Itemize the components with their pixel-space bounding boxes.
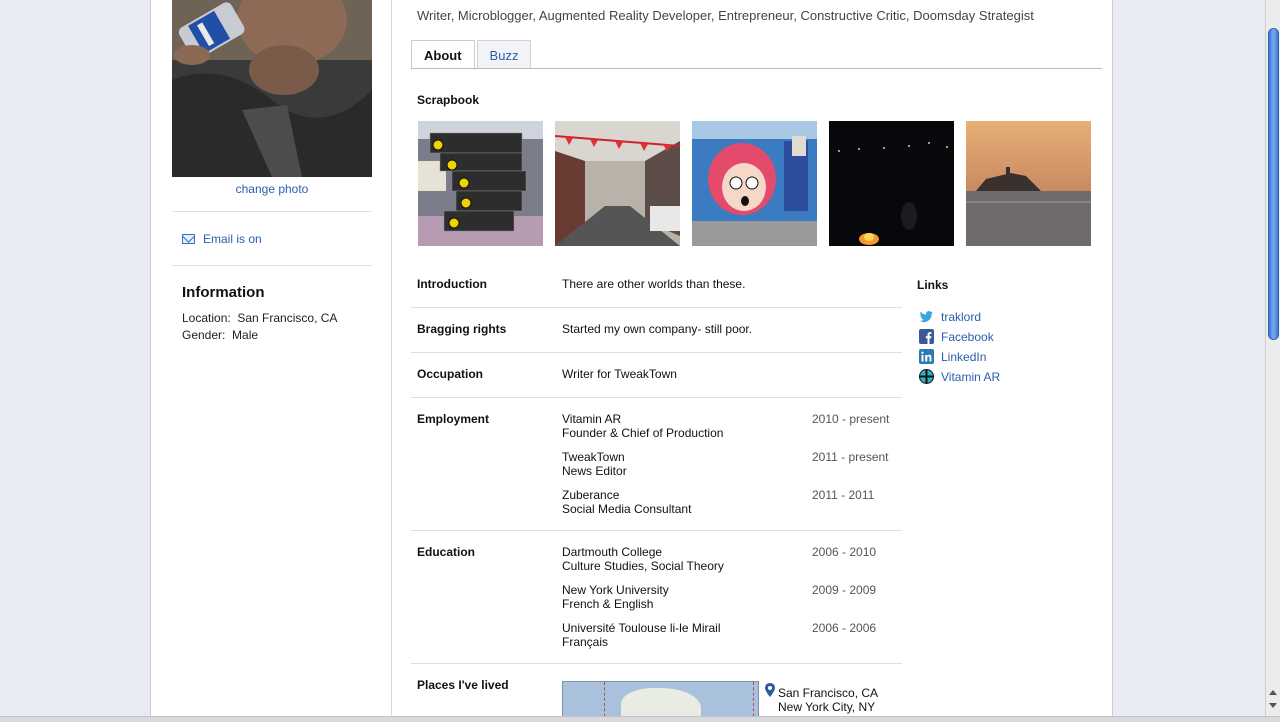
link-label[interactable]: LinkedIn (941, 350, 986, 364)
gender-value: Male (232, 328, 259, 342)
places-lived-label: Places I've lived (417, 678, 509, 692)
school-name: Université Toulouse li-le Mirail (562, 621, 721, 635)
education-label: Education (417, 545, 476, 559)
row-separator (411, 352, 902, 353)
employment-years: 2011 - 2011 (812, 488, 875, 502)
employment-role: News Editor (562, 464, 627, 478)
email-status[interactable]: Email is on (182, 232, 262, 246)
map-pin-icon (765, 683, 775, 697)
profile-tagline: Writer, Microblogger, Augmented Reality … (417, 8, 1034, 23)
employment-years: 2011 - present (812, 450, 889, 464)
horizontal-scrollbar (0, 716, 1280, 722)
bragging-rights-label: Bragging rights (417, 322, 507, 336)
employment-role: Founder & Chief of Production (562, 426, 724, 440)
link-label[interactable]: Vitamin AR (941, 370, 1000, 384)
place-item: New York City, NY (778, 700, 876, 714)
main-content: Writer, Microblogger, Augmented Reality … (392, 0, 1112, 721)
location-label: Location: (182, 311, 231, 325)
occupation-label: Occupation (417, 367, 484, 381)
link-label[interactable]: traklord (941, 310, 981, 324)
change-photo-link[interactable]: change photo (172, 182, 372, 196)
employment-label: Employment (417, 412, 490, 426)
scrapbook-photo-4[interactable] (829, 121, 954, 246)
employer-name: Vitamin AR (562, 412, 622, 426)
employer-name: TweakTown (562, 450, 625, 464)
education-item: Dartmouth College Culture Studies, Socia… (562, 545, 724, 573)
introduction-label: Introduction (417, 277, 487, 291)
scroll-up-arrow-icon[interactable] (1269, 690, 1277, 695)
envelope-icon (182, 234, 195, 244)
links-heading: Links (917, 278, 949, 292)
education-years: 2006 - 2006 (812, 621, 877, 635)
scrapbook-heading: Scrapbook (417, 93, 480, 107)
introduction-value: There are other worlds than these. (562, 277, 746, 291)
vertical-scrollbar[interactable] (1265, 0, 1280, 716)
row-separator (411, 397, 902, 398)
link-twitter[interactable]: traklord (919, 309, 981, 324)
education-item: Université Toulouse li-le Mirail Françai… (562, 621, 721, 649)
scrollbar-thumb[interactable] (1268, 28, 1279, 340)
information-heading: Information (182, 284, 265, 301)
gender-row: Gender: Male (182, 328, 258, 342)
email-status-link[interactable]: Email is on (203, 232, 262, 246)
employment-years: 2010 - present (812, 412, 890, 426)
education-years: 2006 - 2010 (812, 545, 877, 559)
scrapbook-photo-2[interactable] (555, 121, 680, 246)
link-linkedin[interactable]: LinkedIn (919, 349, 986, 364)
vitamin-ar-icon (919, 369, 934, 384)
education-item: New York University French & English (562, 583, 669, 611)
employment-item: Vitamin AR Founder & Chief of Production (562, 412, 723, 440)
employment-item: Zuberance Social Media Consultant (562, 488, 691, 516)
gender-label: Gender: (182, 328, 226, 342)
tab-about[interactable]: About (411, 40, 475, 70)
school-name: Dartmouth College (562, 545, 663, 559)
facebook-icon (919, 329, 934, 344)
profile-tabs: About Buzz (411, 40, 533, 70)
field-of-study: French & English (562, 597, 654, 611)
twitter-icon (919, 311, 933, 323)
scrapbook-photo-1[interactable] (418, 121, 543, 246)
linkedin-icon (919, 349, 934, 364)
row-separator (411, 663, 902, 664)
tab-buzz[interactable]: Buzz (476, 40, 532, 69)
employer-name: Zuberance (562, 488, 620, 502)
places-list: San Francisco, CA New York City, NY (778, 686, 878, 714)
school-name: New York University (562, 583, 669, 597)
link-facebook[interactable]: Facebook (919, 329, 994, 344)
location-row: Location: San Francisco, CA (182, 311, 337, 325)
profile-page: change photo Email is on Information Loc… (150, 0, 1113, 721)
education-years: 2009 - 2009 (812, 583, 877, 597)
places-map[interactable] (562, 681, 759, 721)
field-of-study: Français (562, 635, 609, 649)
divider (172, 211, 372, 212)
left-sidebar: change photo Email is on Information Loc… (151, 0, 391, 716)
scrapbook-photo-3[interactable] (692, 121, 817, 246)
link-label[interactable]: Facebook (941, 330, 994, 344)
field-of-study: Culture Studies, Social Theory (562, 559, 724, 573)
link-vitamin-ar[interactable]: Vitamin AR (919, 369, 1000, 384)
occupation-value: Writer for TweakTown (562, 367, 677, 381)
place-item: San Francisco, CA (778, 686, 879, 700)
employment-item: TweakTown News Editor (562, 450, 627, 478)
scroll-down-arrow-icon[interactable] (1269, 703, 1277, 708)
row-separator (411, 530, 902, 531)
row-separator (411, 307, 902, 308)
divider (172, 265, 372, 266)
tabs-underline (411, 68, 1102, 69)
scrapbook-photo-5[interactable] (966, 121, 1091, 246)
bragging-rights-value: Started my own company- still poor. (562, 322, 753, 336)
profile-photo[interactable] (172, 0, 372, 177)
location-value: San Francisco, CA (237, 311, 338, 325)
employment-role: Social Media Consultant (562, 502, 692, 516)
